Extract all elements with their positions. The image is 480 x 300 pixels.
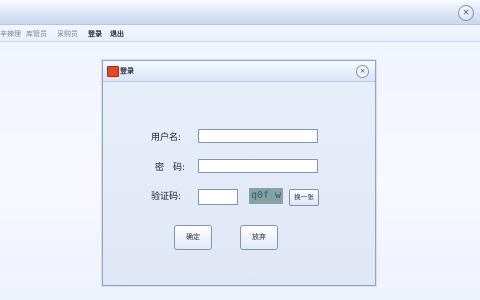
- menu-item-logout[interactable]: 退出: [110, 29, 124, 39]
- username-label: 用户名:: [151, 133, 182, 143]
- username-input[interactable]: [198, 129, 318, 143]
- menu-item-warehouse[interactable]: 库管员: [26, 29, 47, 39]
- app-icon: [107, 66, 119, 77]
- login-dialog: 登录 × 用户名: 密 码: 验证码: q0f w 换一张 确定 放弃: [102, 60, 376, 286]
- dialog-close-icon[interactable]: ×: [356, 65, 369, 78]
- password-label: 密 码:: [155, 163, 186, 173]
- dialog-titlebar[interactable]: 登录 ×: [103, 61, 375, 82]
- cancel-button[interactable]: 放弃: [240, 225, 278, 250]
- captcha-input[interactable]: [198, 189, 238, 205]
- password-input[interactable]: [198, 159, 318, 173]
- dialog-title: 登录: [120, 67, 134, 75]
- menu-bar: 辛辣理 库管员 采购员 登录 退出: [0, 25, 480, 42]
- window-close-icon[interactable]: ×: [458, 5, 474, 21]
- menu-item-purchaser[interactable]: 采购员: [57, 29, 78, 39]
- top-banner: ×: [0, 0, 480, 25]
- captcha-label: 验证码:: [151, 192, 182, 202]
- dialog-body: 用户名: 密 码: 验证码: q0f w 换一张 确定 放弃: [103, 82, 375, 285]
- confirm-button[interactable]: 确定: [174, 225, 212, 250]
- captcha-image: q0f w: [249, 188, 283, 204]
- refresh-captcha-button[interactable]: 换一张: [289, 189, 319, 206]
- menu-item-manager[interactable]: 辛辣理: [0, 29, 21, 39]
- menu-item-login[interactable]: 登录: [88, 29, 102, 39]
